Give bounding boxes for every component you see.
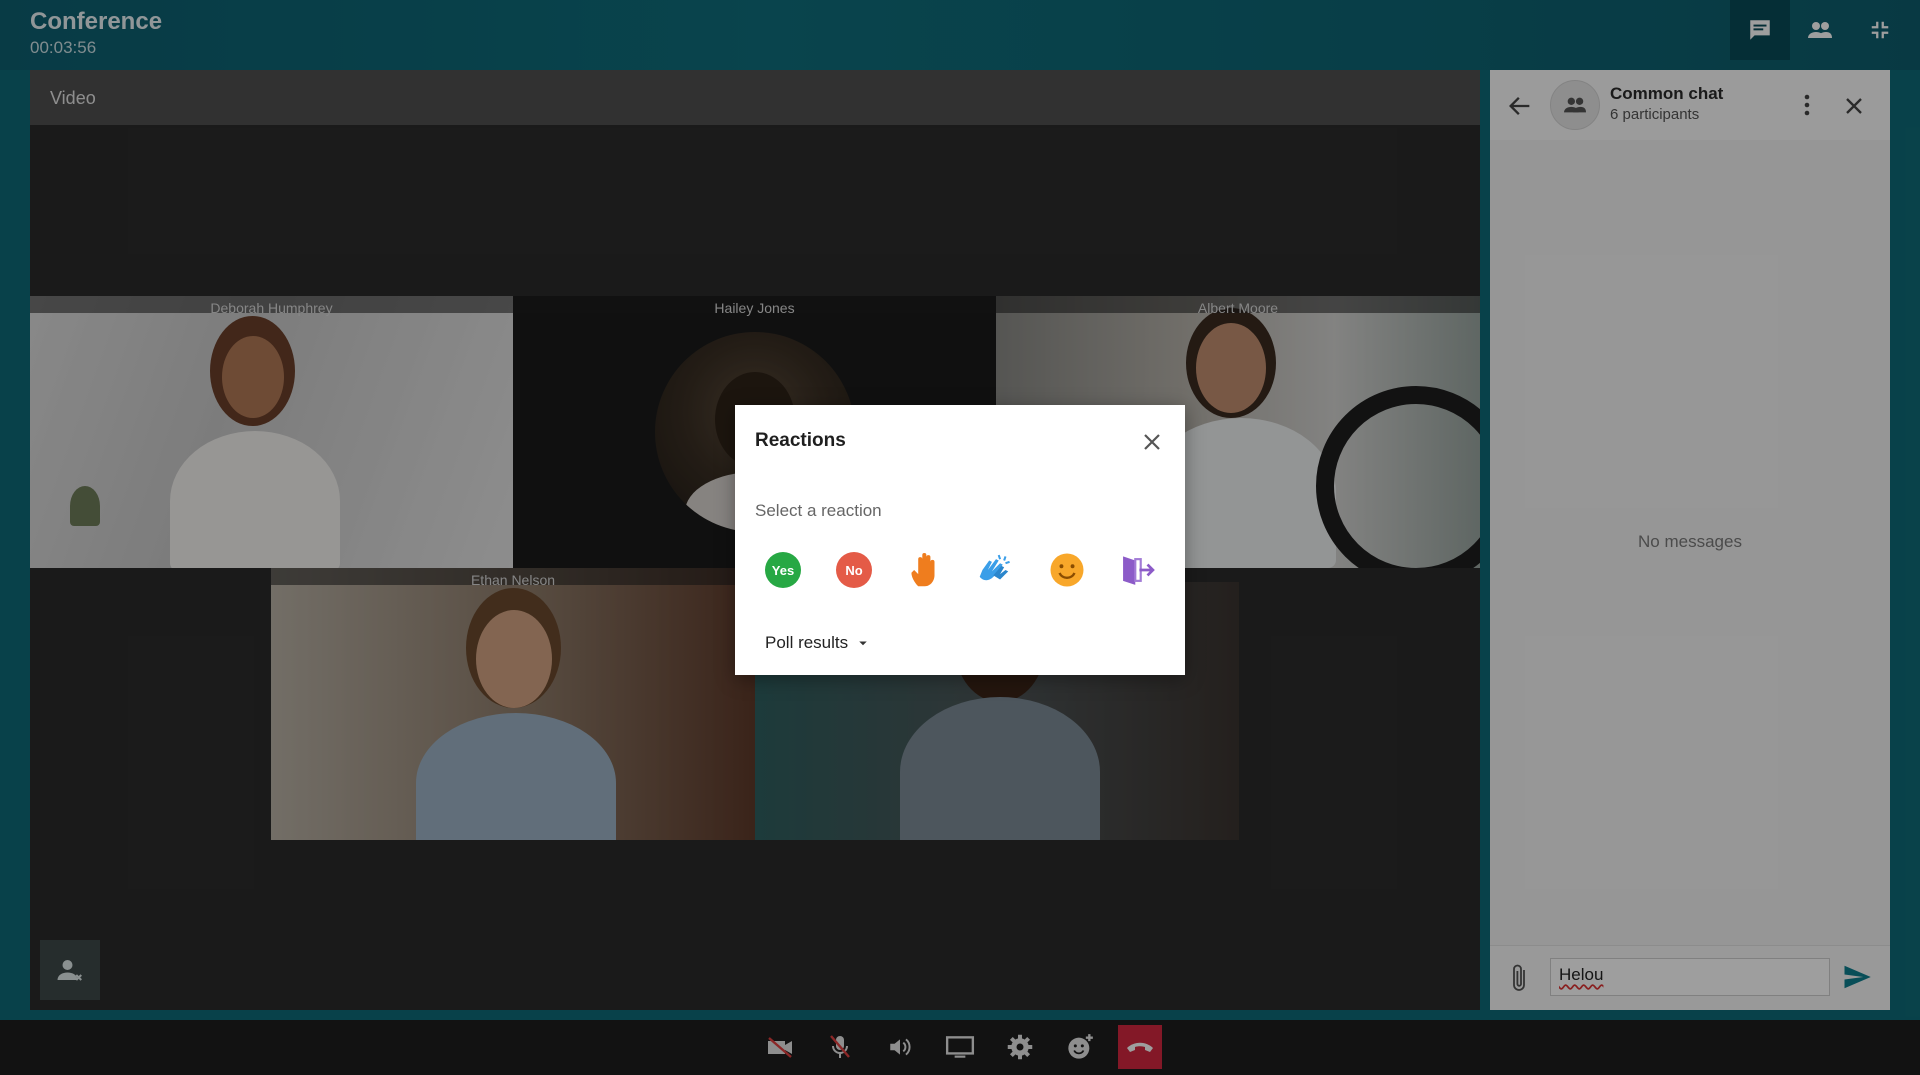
raised-hand-icon	[911, 553, 935, 587]
dropdown-arrow-icon	[859, 641, 867, 646]
reaction-list: Yes No	[763, 550, 1163, 594]
poll-results-dropdown[interactable]: Poll results	[765, 633, 872, 653]
dialog-title: Reactions	[755, 430, 846, 451]
exit-door-icon	[1123, 556, 1155, 585]
dialog-subtitle: Select a reaction	[755, 501, 882, 520]
reaction-yes-button[interactable]: Yes	[763, 550, 803, 590]
clapping-hands-icon	[979, 554, 1010, 581]
no-label: No	[836, 552, 872, 588]
dialog-close-button[interactable]	[1135, 425, 1169, 459]
reaction-no-button[interactable]: No	[834, 550, 874, 590]
reactions-dialog: Reactions Select a reaction Yes No Poll …	[735, 405, 1185, 675]
close-icon	[1144, 434, 1160, 450]
reaction-applause-button[interactable]	[976, 550, 1016, 590]
reaction-smile-button[interactable]	[1047, 550, 1087, 590]
poll-results-label: Poll results	[765, 633, 849, 652]
smile-icon	[1050, 553, 1084, 587]
reaction-raise-hand-button[interactable]	[905, 550, 945, 590]
reaction-leave-button[interactable]	[1118, 550, 1158, 590]
yes-label: Yes	[765, 552, 801, 588]
